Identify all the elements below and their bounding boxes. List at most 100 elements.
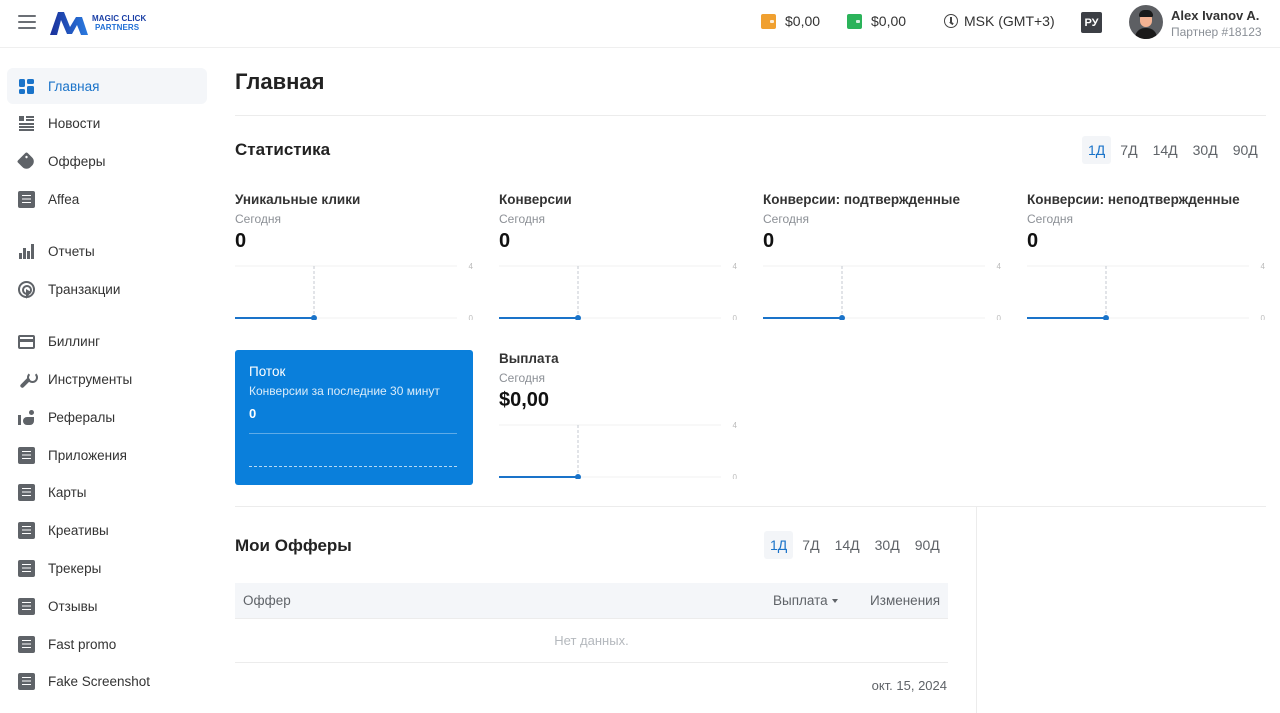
column-payout[interactable]: Выплата xyxy=(773,593,870,608)
stat-conversions-confirmed: Конверсии: подтвержденные Сегодня 0 40 xyxy=(763,192,1003,320)
axis-tick-max: 4 xyxy=(997,262,1002,271)
document-icon xyxy=(18,521,35,539)
menu-toggle-button[interactable] xyxy=(18,15,36,29)
logo-mark-icon xyxy=(50,12,88,35)
stat-period: Сегодня xyxy=(1027,212,1073,226)
stats-period-1d[interactable]: 1Д xyxy=(1082,136,1112,164)
sidebar-item-creatives[interactable]: Креативы xyxy=(7,512,207,548)
sidebar-item-news[interactable]: Новости xyxy=(7,105,207,141)
sidebar-item-label: Главная xyxy=(48,78,100,94)
page-title: Главная xyxy=(235,69,325,94)
column-offer[interactable]: Оффер xyxy=(235,593,773,608)
hamburger-icon-line xyxy=(18,21,36,23)
sidebar-item-home[interactable]: Главная xyxy=(7,68,207,104)
sidebar-item-label: Новости xyxy=(48,115,101,131)
offers-period-tabs: 1Д 7Д 14Д 30Д 90Д xyxy=(764,531,949,559)
offers-period-30d[interactable]: 30Д xyxy=(869,531,906,559)
stat-value: 0 xyxy=(499,230,511,252)
data-point xyxy=(575,474,581,479)
offers-period-14d[interactable]: 14Д xyxy=(829,531,866,559)
panel-divider xyxy=(976,507,977,713)
axis-tick-min: 0 xyxy=(469,314,474,320)
data-point xyxy=(575,315,581,320)
sparkline-chart: 40 xyxy=(235,262,474,320)
bar-chart-icon xyxy=(18,243,35,260)
offers-period-1d[interactable]: 1Д xyxy=(764,531,794,559)
my-offers-title: Мои Офферы xyxy=(235,536,352,555)
brand-logo[interactable]: MAGIC CLICK PARTNERS xyxy=(48,8,146,38)
axis-tick-min: 0 xyxy=(997,314,1002,320)
sidebar-item-trackers[interactable]: Трекеры xyxy=(7,550,207,586)
partner-id: Партнер #18123 xyxy=(1171,25,1262,39)
sidebar-item-billing[interactable]: Биллинг xyxy=(7,323,207,359)
sidebar-item-label: Офферы xyxy=(48,153,106,169)
sparkline-chart: 40 xyxy=(499,262,738,320)
sidebar-item-label: Транзакции xyxy=(48,281,121,297)
offers-period-90d[interactable]: 90Д xyxy=(909,531,946,559)
sidebar-item-referrals[interactable]: Рефералы xyxy=(7,399,207,435)
sidebar-item-reviews[interactable]: Отзывы xyxy=(7,588,207,624)
hamburger-icon-line xyxy=(18,27,36,29)
sidebar-item-apps[interactable]: Приложения xyxy=(7,437,207,473)
sidebar-item-label: Инструменты xyxy=(48,371,133,387)
stat-period: Сегодня xyxy=(499,371,545,385)
offers-period-7d[interactable]: 7Д xyxy=(796,531,825,559)
flow-chart-baseline xyxy=(249,466,457,467)
empty-state: Нет данных. xyxy=(235,619,948,663)
column-changes[interactable]: Изменения xyxy=(870,593,948,608)
stats-period-7d[interactable]: 7Д xyxy=(1114,136,1143,164)
sidebar-item-affea[interactable]: Affea xyxy=(7,181,207,217)
document-icon xyxy=(18,672,35,690)
stat-value: $0,00 xyxy=(499,389,550,411)
sidebar-item-fast-promo[interactable]: Fast promo xyxy=(7,626,207,662)
stat-conversions: Конверсии Сегодня 0 40 xyxy=(499,192,739,320)
data-point xyxy=(839,315,845,320)
avatar[interactable] xyxy=(1129,5,1163,39)
sidebar-item-label: Fake Screenshot xyxy=(48,673,151,689)
document-icon xyxy=(18,446,35,464)
sidebar-item-label: Affea xyxy=(48,191,80,207)
main-balance[interactable]: $0,00 xyxy=(761,13,820,29)
main-balance-value: $0,00 xyxy=(785,13,821,29)
column-payout-label: Выплата xyxy=(773,593,828,608)
sidebar-item-cards[interactable]: Карты xyxy=(7,474,207,510)
stat-period: Сегодня xyxy=(499,212,545,226)
statistics-title: Статистика xyxy=(235,140,331,159)
axis-tick-max: 4 xyxy=(733,421,738,430)
dashboard-icon xyxy=(18,78,35,95)
sparkline-chart: 40 xyxy=(763,262,1002,320)
stats-period-30d[interactable]: 30Д xyxy=(1187,136,1224,164)
stat-title: Уникальные клики xyxy=(235,192,361,207)
secondary-balance[interactable]: $0,00 xyxy=(847,13,906,29)
credit-card-icon xyxy=(18,335,35,349)
user-name[interactable]: Alex Ivanov A. xyxy=(1171,8,1259,23)
tag-icon xyxy=(16,151,37,171)
divider xyxy=(235,115,1266,116)
sidebar-item-label: Карты xyxy=(48,484,87,500)
sidebar-item-reports[interactable]: Отчеты xyxy=(7,233,207,269)
flow-value: 0 xyxy=(249,406,257,421)
sidebar-item-tools[interactable]: Инструменты xyxy=(7,361,207,397)
axis-tick-min: 0 xyxy=(733,473,738,479)
hamburger-icon xyxy=(18,15,36,17)
stats-period-14d[interactable]: 14Д xyxy=(1147,136,1184,164)
sidebar-item-transactions[interactable]: Транзакции xyxy=(7,271,207,307)
timezone-selector[interactable]: MSK (GMT+3) xyxy=(944,13,1055,29)
secondary-balance-value: $0,00 xyxy=(871,13,907,29)
language-switch[interactable]: РУ xyxy=(1081,12,1102,33)
sidebar-item-offers[interactable]: Офферы xyxy=(7,143,207,179)
sparkline-chart: 40 xyxy=(1027,262,1266,320)
sidebar-item-fake-screenshot[interactable]: Fake Screenshot xyxy=(7,663,207,699)
sort-caret-icon xyxy=(831,598,838,603)
data-point xyxy=(311,315,317,320)
offers-date: окт. 15, 2024 xyxy=(871,678,947,693)
table-header: Оффер Выплата Изменения xyxy=(235,583,948,619)
avatar-hair xyxy=(1139,10,1153,17)
wallet-icon xyxy=(761,13,776,29)
touch-icon xyxy=(18,280,35,299)
stats-period-90d[interactable]: 90Д xyxy=(1227,136,1264,164)
data-point xyxy=(1103,315,1109,320)
flow-card[interactable]: Поток Конверсии за последние 30 минут 0 xyxy=(235,350,473,485)
axis-tick-max: 4 xyxy=(733,262,738,271)
sidebar-item-label: Fast promo xyxy=(48,636,117,652)
